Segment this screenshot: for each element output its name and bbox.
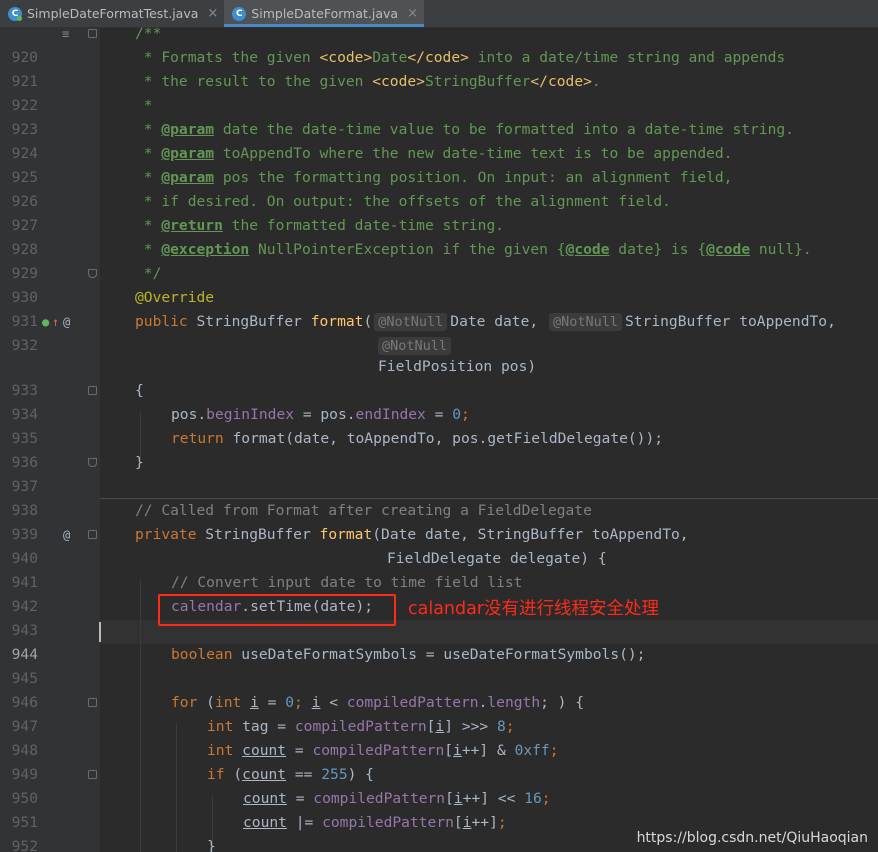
code-line: 937 }: [0, 451, 878, 495]
java-class-icon: C: [232, 6, 247, 21]
code-line: 929 * @exception NullPointerException if…: [0, 238, 878, 282]
code-line: 923 *: [0, 94, 878, 138]
tab-label: SimpleDateFormat.java: [251, 6, 399, 21]
code-line: 921 * Formats the given <code>Date</code…: [0, 46, 878, 90]
code-line: 947 for (int i = 0; i < compiledPattern.…: [0, 691, 878, 735]
code-text: /**: [135, 25, 162, 42]
code-text: * @exception NullPointerException if the…: [135, 241, 812, 258]
code-line: 925 * @param toAppendTo where the new da…: [0, 142, 878, 186]
code-text: count |= compiledPattern[i++];: [243, 814, 507, 831]
code-text: * @param toAppendTo where the new date-t…: [135, 145, 733, 162]
code-text: }: [207, 838, 216, 852]
code-text: * Formats the given <code>Date</code> in…: [135, 49, 786, 66]
code-line: 932 ● ↑ @ public StringBuffer format(@No…: [0, 310, 878, 354]
code-text: @Override: [135, 289, 215, 306]
annotation-text: calandar没有进行线程安全处理: [408, 599, 660, 619]
code-line: 934 {: [0, 379, 878, 423]
code-text: FieldDelegate delegate) {: [387, 550, 607, 567]
code-text: {: [135, 382, 144, 399]
code-text: }: [135, 454, 144, 471]
code-line: 927 * if desired. On output: the offsets…: [0, 190, 878, 234]
code-line: 926 * @param pos the formatting position…: [0, 166, 878, 210]
code-text: // Called from Format after creating a F…: [135, 502, 592, 519]
code-text: * the result to the given <code>StringBu…: [135, 73, 601, 90]
code-line: 940 @ private StringBuffer format(Date d…: [0, 523, 878, 567]
code-text: * @param pos the formatting position. On…: [135, 169, 733, 186]
override-arrow-icon[interactable]: ↑: [52, 310, 59, 334]
code-line: 920 ≡ /**: [0, 22, 878, 66]
code-line: 948 int tag = compiledPattern[i] >>> 8;: [0, 715, 878, 759]
code-text: *: [135, 97, 153, 114]
code-text: FieldPosition pos): [378, 358, 537, 375]
code-text: // Convert input date to time field list: [171, 574, 523, 591]
implements-marker-icon[interactable]: ●: [42, 310, 49, 334]
code-line: 922 * the result to the given <code>Stri…: [0, 70, 878, 114]
code-line: 945 boolean useDateFormatSymbols = useDa…: [0, 643, 878, 687]
code-editor[interactable]: 920 ≡ /** 921 * Formats the given <code>…: [0, 25, 878, 852]
code-line: 949 int count = compiledPattern[i++] & 0…: [0, 739, 878, 783]
code-line: 924 * @param date the date-time value to…: [0, 118, 878, 162]
code-line: 938: [0, 475, 878, 519]
code-text: count = compiledPattern[i++] << 16;: [243, 790, 551, 807]
fold-icon[interactable]: [88, 530, 97, 539]
code-text: if (count == 255) {: [207, 766, 374, 783]
code-line: 931 @Override: [0, 286, 878, 330]
fold-icon[interactable]: [88, 698, 97, 707]
code-text: boolean useDateFormatSymbols = useDateFo…: [171, 646, 646, 663]
code-line: 950 if (count == 255) {: [0, 763, 878, 807]
param-hint: @NotNull: [378, 337, 452, 355]
code-text: pos.beginIndex = pos.endIndex = 0;: [171, 406, 470, 423]
code-text: return format(date, toAppendTo, pos.getF…: [171, 430, 664, 447]
inlay-hint-line: @NotNull: [0, 334, 878, 355]
code-text: public StringBuffer format(@NotNull Date …: [135, 313, 836, 331]
tab-label: SimpleDateFormatTest.java: [27, 6, 199, 21]
close-icon[interactable]: ×: [407, 6, 418, 21]
code-line: 936 return format(date, toAppendTo, pos.…: [0, 427, 878, 471]
code-line: 933 FieldPosition pos): [0, 355, 878, 399]
code-text: */: [135, 265, 162, 282]
fold-icon[interactable]: [88, 770, 97, 779]
override-marker-icon[interactable]: @: [63, 310, 70, 334]
close-icon[interactable]: ×: [207, 6, 218, 21]
code-line: 930 */: [0, 262, 878, 306]
code-line: 935 pos.beginIndex = pos.endIndex = 0;: [0, 403, 878, 447]
code-line: 944: [0, 619, 878, 663]
code-text: int tag = compiledPattern[i] >>> 8;: [207, 718, 515, 735]
fold-icon[interactable]: [88, 29, 97, 38]
code-text: int count = compiledPattern[i++] & 0xff;: [207, 742, 559, 759]
code-line: 942 // Convert input date to time field …: [0, 571, 878, 615]
highlight-box: [158, 594, 396, 626]
code-text: private StringBuffer format(Date date, S…: [135, 526, 689, 543]
text-caret: [99, 622, 101, 642]
override-marker-icon[interactable]: @: [63, 523, 70, 547]
code-line: 939 // Called from Format after creating…: [0, 499, 878, 543]
code-line: 941 FieldDelegate delegate) {: [0, 547, 878, 591]
fold-icon[interactable]: [88, 458, 97, 467]
fold-icon[interactable]: [88, 269, 97, 278]
code-text: for (int i = 0; i < compiledPattern.leng…: [171, 694, 585, 711]
code-line: 951 count = compiledPattern[i++] << 16;: [0, 787, 878, 831]
code-text: * @return the formatted date-time string…: [135, 217, 505, 234]
code-line: 928 * @return the formatted date-time st…: [0, 214, 878, 258]
java-class-icon: C: [8, 6, 22, 21]
param-hint: @NotNull: [548, 313, 622, 331]
param-hint: @NotNull: [374, 313, 448, 331]
code-text: * @param date the date-time value to be …: [135, 121, 794, 138]
doc-render-icon[interactable]: ≡: [62, 22, 69, 46]
watermark: https://blog.csdn.net/QiuHaoqian: [636, 830, 868, 846]
code-line: 946: [0, 667, 878, 711]
fold-icon[interactable]: [88, 386, 97, 395]
code-text: * if desired. On output: the offsets of …: [135, 193, 671, 210]
